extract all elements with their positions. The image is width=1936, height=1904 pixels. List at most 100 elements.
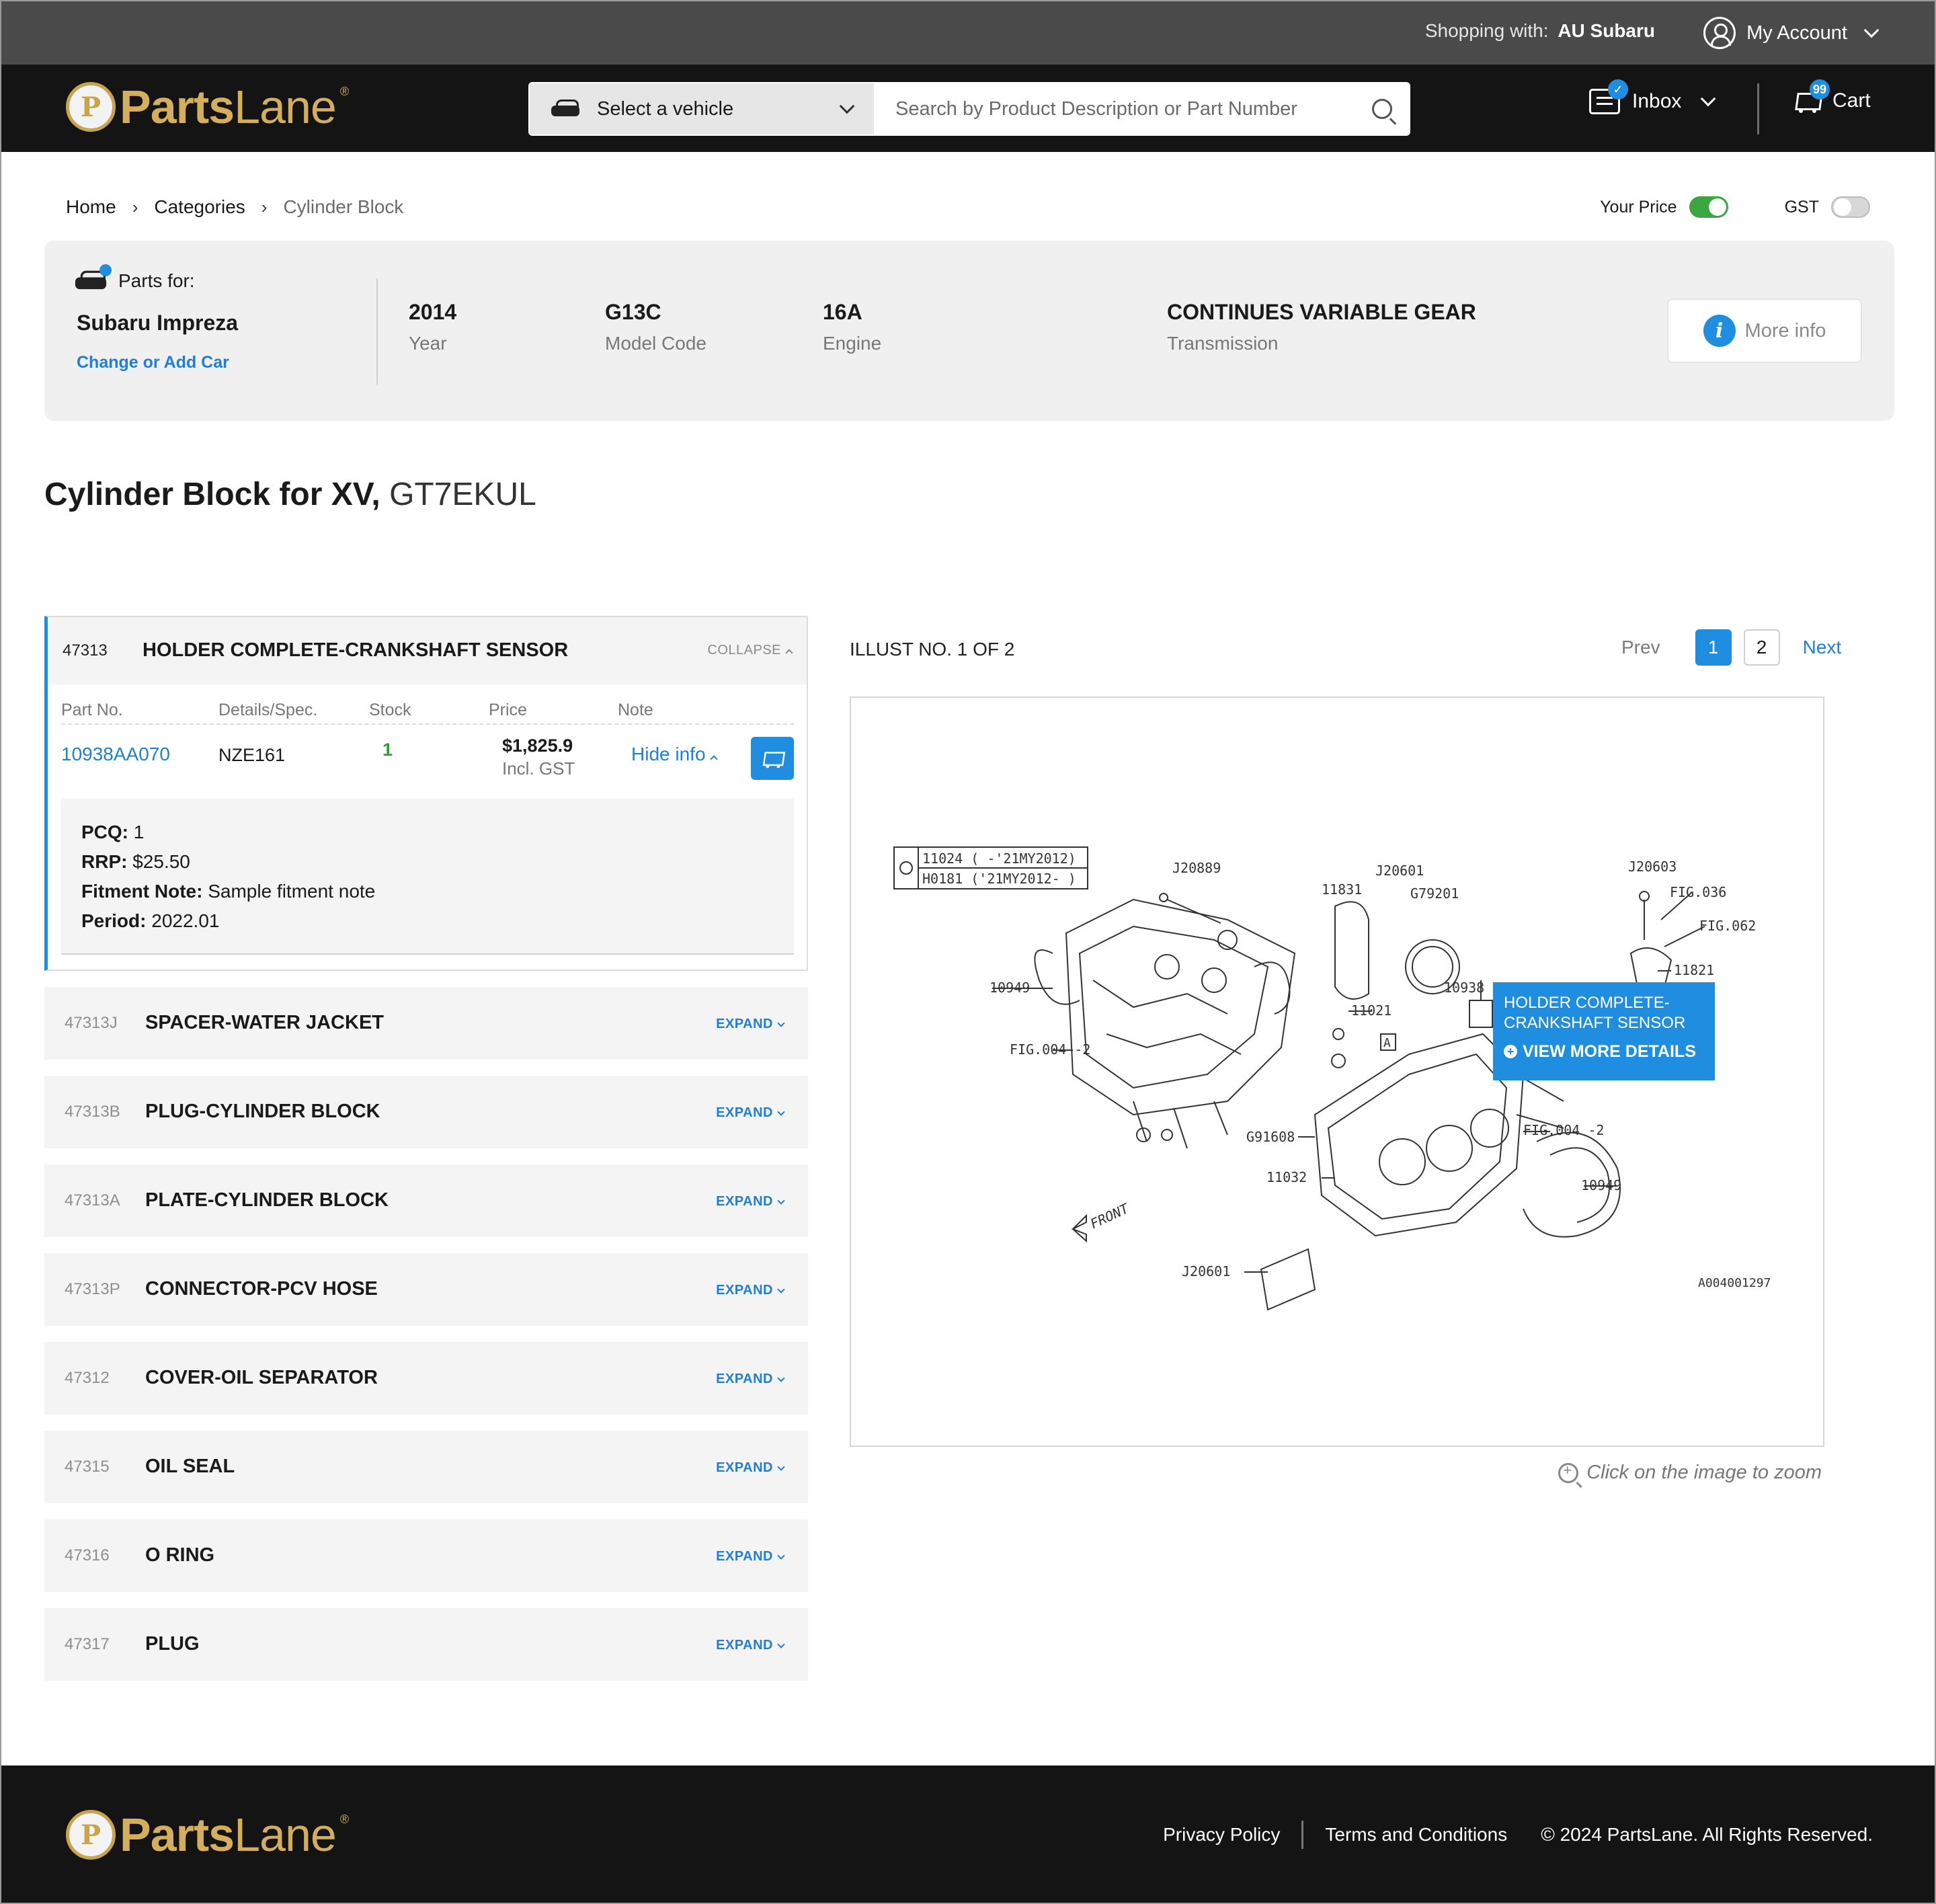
- expand-button[interactable]: EXPAND: [716, 1105, 785, 1121]
- callout-10938: 10938: [1444, 980, 1484, 996]
- vehicle-model: Subaru Impreza: [77, 311, 239, 335]
- change-car-link[interactable]: Change or Add Car: [77, 353, 372, 372]
- privacy-policy-link[interactable]: Privacy Policy: [1163, 1824, 1280, 1846]
- footer-links: Privacy Policy Terms and Conditions © 20…: [1163, 1821, 1873, 1849]
- part-name: COVER-OIL SEPARATOR: [145, 1367, 378, 1388]
- chevron-down-icon: [1701, 91, 1716, 107]
- vehicle-select-dropdown[interactable]: Select a vehicle: [530, 83, 874, 134]
- chevron-down-icon: [777, 1640, 785, 1649]
- breadcrumb-categories[interactable]: Categories: [154, 196, 245, 218]
- part-code: 47312: [65, 1369, 110, 1387]
- logo-mark-icon: P: [66, 82, 116, 132]
- part-name: HOLDER COMPLETE-CRANKSHAFT SENSOR: [143, 639, 569, 661]
- expand-button[interactable]: EXPAND: [716, 1017, 785, 1032]
- price-toggles: Your Price GST: [1600, 196, 1870, 218]
- registered-mark-icon: ®: [339, 85, 350, 98]
- cart-label: Cart: [1832, 89, 1871, 112]
- tooltip-title: HOLDER COMPLETE-CRANKSHAFT SENSOR: [1504, 994, 1686, 1032]
- expand-button[interactable]: EXPAND: [716, 1460, 785, 1476]
- part-stock: 1: [382, 740, 393, 760]
- expand-button[interactable]: EXPAND: [716, 1194, 785, 1209]
- partslane-logo[interactable]: P PartsLane ®: [66, 82, 349, 132]
- part-card[interactable]: 47312 COVER-OIL SEPARATOR EXPAND: [44, 1342, 808, 1415]
- hide-info-link[interactable]: Hide info: [631, 744, 718, 765]
- terms-link[interactable]: Terms and Conditions: [1325, 1824, 1507, 1846]
- spec-label: Transmission: [1167, 333, 1279, 354]
- verified-badge-icon: [99, 264, 112, 276]
- spec-value: 2014: [409, 300, 457, 324]
- panel-divider: [376, 278, 378, 385]
- part-number-link[interactable]: 10938AA070: [61, 744, 170, 765]
- page-button-1[interactable]: 1: [1695, 629, 1732, 666]
- page: Shopping with: AU Subaru My Account P Pa…: [0, 0, 1936, 1904]
- shopping-with-label: Shopping with:: [1424, 20, 1549, 41]
- spec-label: Engine: [823, 333, 882, 354]
- collapse-button[interactable]: COLLAPSE: [707, 643, 793, 658]
- inbox-menu[interactable]: ✓ Inbox: [1589, 79, 1716, 114]
- part-card-header[interactable]: 47313 HOLDER COMPLETE-CRANKSHAFT SENSOR …: [48, 617, 807, 684]
- part-card[interactable]: 47313A PLATE-CYLINDER BLOCK EXPAND: [44, 1164, 808, 1237]
- zoom-hint: Click on the image to zoom: [1558, 1462, 1822, 1484]
- spec-transmission: CONTINUES VARIABLE GEAR Transmission: [1167, 300, 1476, 354]
- chevron-up-icon: [785, 649, 793, 657]
- part-card[interactable]: 47313B PLUG-CYLINDER BLOCK EXPAND: [44, 1076, 808, 1148]
- cart-button[interactable]: 99 Cart: [1792, 79, 1871, 113]
- part-card[interactable]: 47313J SPACER-WATER JACKET EXPAND: [44, 987, 808, 1060]
- search-button[interactable]: [1355, 83, 1409, 134]
- search-icon: [1372, 99, 1392, 119]
- my-account-menu[interactable]: My Account: [1703, 13, 1880, 52]
- chevron-down-icon: [1863, 22, 1880, 38]
- part-code: 47313A: [65, 1191, 120, 1209]
- part-card[interactable]: 47313P CONNECTOR-PCV HOSE EXPAND: [44, 1253, 808, 1326]
- inbox-label: Inbox: [1632, 90, 1682, 112]
- illustration-label: ILLUST NO. 1 OF 2: [850, 639, 1015, 660]
- parts-illustration[interactable]: 11024 ( -'21MY2012) H0181 ('21MY2012- ) …: [850, 697, 1824, 1447]
- logo-mark-icon: P: [66, 1810, 116, 1860]
- zoom-in-icon: [1558, 1462, 1579, 1483]
- view-more-details-link[interactable]: + VIEW MORE DETAILS: [1504, 1041, 1704, 1062]
- part-card[interactable]: 47317 PLUG EXPAND: [44, 1608, 808, 1681]
- chevron-down-icon: [777, 1108, 785, 1116]
- copyright: © 2024 PartsLane. All Rights Reserved.: [1541, 1824, 1873, 1845]
- detail-pcq: PCQ: 1: [81, 822, 145, 842]
- expand-button[interactable]: EXPAND: [716, 1638, 785, 1653]
- page-title: Cylinder Block for XV, GT7EKUL: [44, 476, 536, 513]
- registered-mark-icon: ®: [339, 1813, 350, 1826]
- chevron-down-icon: [777, 1463, 785, 1471]
- next-button[interactable]: Next: [1803, 637, 1842, 658]
- breadcrumb-current: Cylinder Block: [283, 196, 404, 217]
- expand-button[interactable]: EXPAND: [716, 1283, 785, 1298]
- part-card[interactable]: 47315 OIL SEAL EXPAND: [44, 1431, 808, 1503]
- spec-year: 2014 Year: [409, 300, 456, 354]
- callout-a: A: [1383, 1036, 1391, 1050]
- part-name: OIL SEAL: [145, 1456, 235, 1477]
- part-card[interactable]: 47316 O RING EXPAND: [44, 1519, 808, 1592]
- prev-button[interactable]: Prev: [1621, 637, 1660, 658]
- more-info-button[interactable]: i More info: [1667, 299, 1862, 363]
- chevron-right-icon: ›: [261, 196, 268, 217]
- header-divider: [1757, 83, 1759, 134]
- spec-model-code: G13C Model Code: [605, 300, 707, 354]
- breadcrumb-home[interactable]: Home: [66, 196, 116, 218]
- callout-11821: 11821: [1674, 962, 1714, 978]
- front-label: FRONT: [1088, 1200, 1132, 1232]
- part-name: CONNECTOR-PCV HOSE: [145, 1278, 378, 1300]
- part-name: PLUG-CYLINDER BLOCK: [145, 1101, 380, 1122]
- search-input[interactable]: [874, 83, 1355, 134]
- part-code: 47313P: [65, 1280, 120, 1298]
- page-button-2[interactable]: 2: [1743, 629, 1780, 666]
- chevron-down-icon: [839, 98, 855, 114]
- inbox-check-badge: ✓: [1608, 79, 1628, 100]
- footer-logo[interactable]: P PartsLane ®: [66, 1810, 349, 1860]
- vehicle-panel: Parts for: Subaru Impreza Change or Add …: [44, 241, 1894, 421]
- more-info-label: More info: [1744, 319, 1826, 342]
- your-price-toggle[interactable]: [1689, 196, 1728, 218]
- footer: P PartsLane ® Privacy Policy Terms and C…: [1, 1766, 1935, 1903]
- part-tooltip[interactable]: HOLDER COMPLETE-CRANKSHAFT SENSOR + VIEW…: [1493, 982, 1715, 1080]
- expand-button[interactable]: EXPAND: [716, 1372, 785, 1387]
- gst-toggle[interactable]: [1831, 196, 1870, 218]
- expand-button[interactable]: EXPAND: [716, 1549, 785, 1564]
- callout-11021: 11021: [1351, 1002, 1392, 1019]
- add-to-cart-button[interactable]: [751, 737, 794, 780]
- spec-value: G13C: [605, 300, 661, 324]
